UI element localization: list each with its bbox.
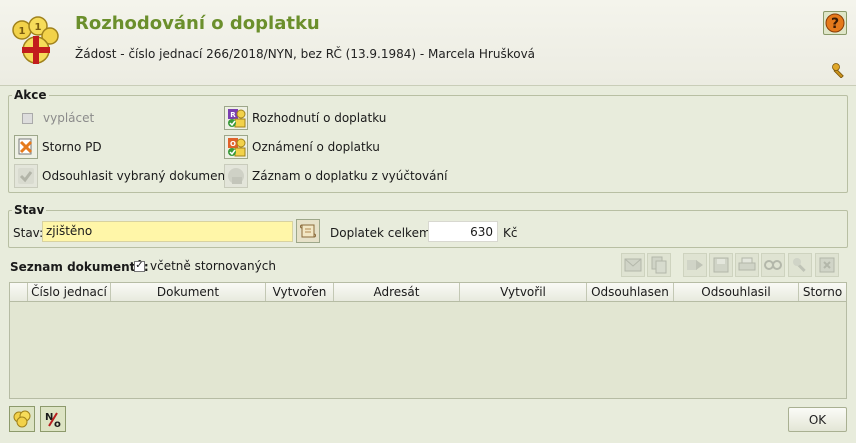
cancel-document-icon: [18, 138, 33, 155]
decision-document-icon: R: [228, 109, 246, 128]
move-button[interactable]: [683, 253, 707, 277]
tools-button[interactable]: [788, 253, 812, 277]
scroll-icon: [300, 224, 316, 238]
request-info: Žádost - číslo jednací 266/2018/NYN, bez…: [75, 47, 536, 61]
coins-icon: [13, 410, 31, 428]
approve-document-label: Odsouhlasit vybraný dokument: [42, 169, 230, 183]
pay-checkbox-row[interactable]: vyplácet: [15, 106, 94, 130]
column-created[interactable]: Vytvořen: [266, 283, 334, 301]
notice-button[interactable]: O Oznámení o doplatku: [224, 135, 380, 159]
notice-label: Oznámení o doplatku: [252, 140, 380, 154]
column-cancelled[interactable]: Storno: [799, 283, 846, 301]
coins-add-icon: 1 1: [12, 16, 59, 64]
approve-icon: [18, 168, 34, 184]
print-button[interactable]: [735, 253, 759, 277]
status-legend: Stav: [12, 203, 47, 217]
help-icon: ?: [825, 13, 845, 33]
include-cancelled-checkbox[interactable]: ✓: [134, 260, 145, 272]
status-label: Stav:: [13, 226, 44, 240]
copy-button[interactable]: [647, 253, 671, 277]
email-button[interactable]: [621, 253, 645, 277]
currency-label: Kč: [503, 226, 518, 240]
total-supplement-value: 630: [428, 221, 498, 242]
numbering-button[interactable]: N o: [40, 406, 66, 432]
ok-button[interactable]: OK: [788, 407, 847, 432]
svg-text:1: 1: [19, 26, 26, 37]
include-cancelled-checkbox-row[interactable]: ✓ včetně stornovaných: [134, 259, 276, 273]
status-field[interactable]: zjištěno: [42, 221, 293, 242]
decision-button[interactable]: R Rozhodnutí o doplatku: [224, 106, 386, 130]
record-button[interactable]: Záznam o doplatku z vyúčtování: [224, 164, 447, 188]
documents-label: Seznam dokumentů:: [10, 260, 149, 274]
decision-label: Rozhodnutí o doplatku: [252, 111, 387, 125]
svg-text:?: ?: [831, 16, 839, 32]
column-approved-by[interactable]: Odsouhlasil: [674, 283, 799, 301]
pay-label: vyplácet: [43, 111, 95, 125]
documents-table: Číslo jednací Dokument Vytvořen Adresát …: [9, 282, 847, 399]
actions-group: Akce vyplácet Storno PD Odsouhlasit vybr…: [8, 88, 848, 193]
export-icon: [819, 257, 835, 273]
column-created-by[interactable]: Vytvořil: [460, 283, 587, 301]
total-supplement-label: Doplatek celkem:: [330, 226, 435, 240]
pay-checkbox[interactable]: [21, 112, 33, 124]
save-button[interactable]: [709, 253, 733, 277]
include-cancelled-label: včetně stornovaných: [150, 259, 276, 273]
disk-icon: [713, 257, 729, 273]
actions-legend: Akce: [12, 88, 49, 102]
coins-button[interactable]: [9, 406, 35, 432]
printer-icon: [738, 257, 756, 271]
dialog-header: 1 1 Rozhodování o doplatku Žádost - čísl…: [0, 0, 856, 86]
page-title: Rozhodování o doplatku: [75, 13, 320, 34]
column-document[interactable]: Dokument: [111, 283, 266, 301]
record-icon: [228, 168, 244, 184]
column-approved[interactable]: Odsouhlasen: [587, 283, 674, 301]
svg-text:R: R: [230, 111, 236, 119]
status-history-button[interactable]: [296, 219, 320, 243]
glasses-icon: [764, 260, 782, 270]
column-addressee[interactable]: Adresát: [334, 283, 460, 301]
svg-text:o: o: [54, 419, 61, 429]
copy-icon: [651, 256, 667, 274]
column-reference-number[interactable]: Číslo jednací: [28, 283, 111, 301]
svg-text:1: 1: [35, 22, 42, 33]
storno-pd-button[interactable]: Storno PD: [14, 135, 102, 159]
help-button[interactable]: ?: [823, 11, 847, 35]
record-label: Záznam o doplatku z vyúčtování: [252, 169, 448, 183]
preview-button[interactable]: [761, 253, 785, 277]
approve-document-button[interactable]: Odsouhlasit vybraný dokument: [14, 164, 230, 188]
svg-text:O: O: [230, 140, 236, 148]
storno-pd-label: Storno PD: [42, 140, 102, 154]
export-button[interactable]: [815, 253, 839, 277]
envelope-icon: [624, 258, 642, 272]
notice-document-icon: O: [228, 138, 246, 157]
numero-icon: N o: [45, 412, 61, 429]
wrench-icon: [793, 258, 806, 272]
wrench-icon[interactable]: [831, 62, 847, 78]
arrow-right-icon: [687, 260, 703, 270]
documents-table-header: Číslo jednací Dokument Vytvořen Adresát …: [10, 283, 846, 302]
column-selector[interactable]: [10, 283, 28, 301]
